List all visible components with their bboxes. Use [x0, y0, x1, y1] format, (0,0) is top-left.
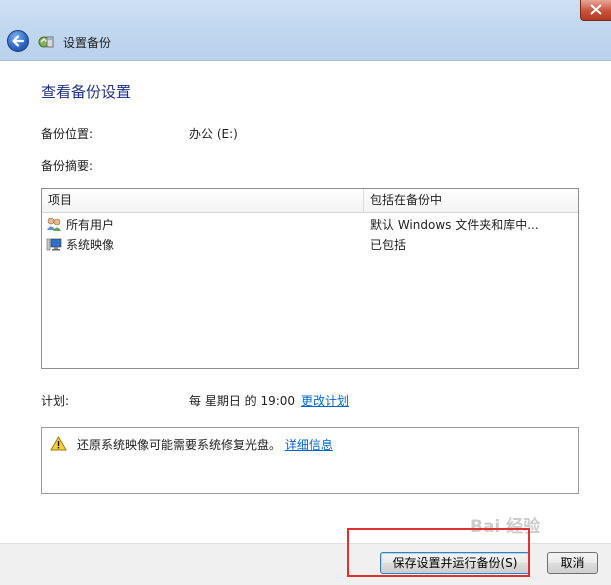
- schedule-label: 计划:: [41, 394, 70, 408]
- warning-text: 还原系统映像可能需要系统修复光盘。: [77, 438, 282, 452]
- table-row[interactable]: 系统映像 已包括: [42, 235, 578, 255]
- table-header: 项目 包括在备份中: [42, 189, 578, 213]
- save-and-run-backup-button[interactable]: 保存设置并运行备份(S): [380, 552, 530, 574]
- back-button[interactable]: [7, 30, 29, 52]
- change-schedule-link[interactable]: 更改计划: [301, 392, 349, 409]
- main-content: 查看备份设置 备份位置: 办公 (E:) 备份摘要: 项目 包括在备份中 所有用…: [0, 61, 611, 543]
- close-button[interactable]: [580, 0, 611, 21]
- row-item-label: 所有用户: [66, 218, 115, 232]
- more-info-link[interactable]: 详细信息: [285, 438, 333, 452]
- system-image-icon: [46, 238, 62, 251]
- schedule-value: 每 星期日 的 19:00: [189, 394, 296, 408]
- column-header-item[interactable]: 项目: [42, 189, 364, 212]
- table-row[interactable]: 所有用户 默认 Windows 文件夹和库中...: [42, 215, 578, 235]
- window-title: 设置备份: [63, 36, 112, 50]
- backup-location-label: 备份位置:: [41, 127, 94, 141]
- backup-app-icon: [38, 36, 54, 48]
- back-arrow-icon: [12, 35, 25, 47]
- page-heading: 查看备份设置: [41, 83, 132, 101]
- row-included-value: 已包括: [370, 238, 407, 252]
- cancel-button[interactable]: 取消: [547, 552, 598, 574]
- close-icon: [590, 4, 602, 15]
- warning-box: 还原系统映像可能需要系统修复光盘。 详细信息: [41, 427, 579, 494]
- title-bar: 设置备份: [0, 0, 611, 61]
- column-header-included[interactable]: 包括在备份中: [364, 189, 580, 212]
- row-item-label: 系统映像: [66, 238, 115, 252]
- backup-location-value: 办公 (E:): [189, 127, 238, 141]
- row-included-value: 默认 Windows 文件夹和库中...: [370, 218, 539, 232]
- backup-summary-label: 备份摘要:: [41, 159, 94, 173]
- backup-summary-table: 项目 包括在备份中 所有用户 默认 Windows 文件夹和库中... 系统映像…: [41, 188, 579, 369]
- warning-icon: [50, 436, 67, 451]
- users-icon: [47, 217, 61, 231]
